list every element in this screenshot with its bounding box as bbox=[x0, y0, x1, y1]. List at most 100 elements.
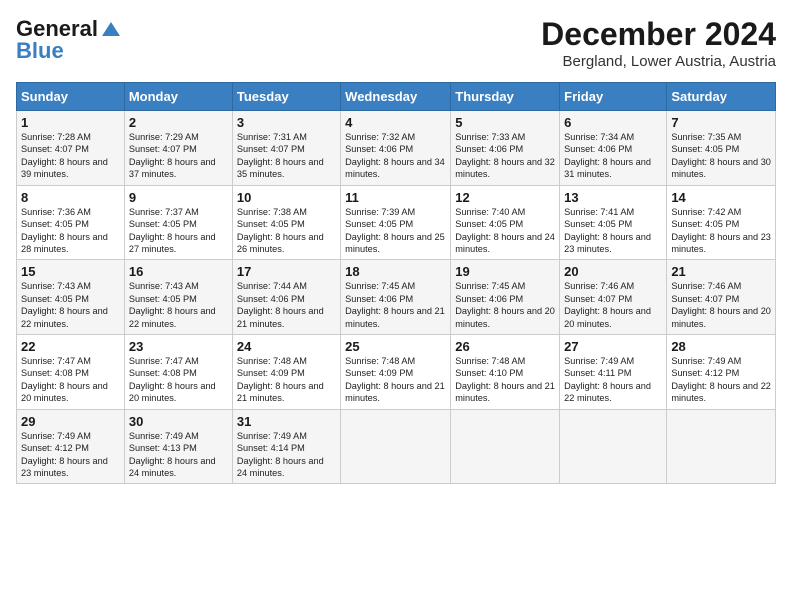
calendar-cell: 11 Sunrise: 7:39 AMSunset: 4:05 PMDayligh… bbox=[341, 185, 451, 260]
day-header-saturday: Saturday bbox=[667, 83, 776, 111]
cell-content: Sunrise: 7:36 AMSunset: 4:05 PMDaylight:… bbox=[21, 207, 108, 254]
calendar-cell: 26Sunrise: 7:48 AMSunset: 4:10 PMDayligh… bbox=[451, 335, 560, 410]
calendar-cell bbox=[560, 409, 667, 484]
cell-content: Sunrise: 7:49 AMSunset: 4:13 PMDaylight:… bbox=[129, 431, 216, 478]
day-header-wednesday: Wednesday bbox=[341, 83, 451, 111]
calendar-cell: 29Sunrise: 7:49 AMSunset: 4:12 PMDayligh… bbox=[17, 409, 125, 484]
calendar-cell bbox=[667, 409, 776, 484]
cell-content: Sunrise: 7:48 AMSunset: 4:09 PMDaylight:… bbox=[237, 356, 324, 403]
calendar-cell: 8 Sunrise: 7:36 AMSunset: 4:05 PMDaylight… bbox=[17, 185, 125, 260]
cell-content: Sunrise: 7:39 AMSunset: 4:05 PMDaylight:… bbox=[345, 207, 445, 254]
day-number: 9 bbox=[129, 190, 228, 205]
cell-content: Sunrise: 7:46 AMSunset: 4:07 PMDaylight:… bbox=[671, 281, 771, 328]
calendar-cell: 24 Sunrise: 7:48 AMSunset: 4:09 PMDayligh… bbox=[232, 335, 340, 410]
cell-content: Sunrise: 7:46 AMSunset: 4:07 PMDaylight:… bbox=[564, 281, 651, 328]
day-number: 19 bbox=[455, 264, 555, 279]
cell-content: Sunrise: 7:31 AMSunset: 4:07 PMDaylight:… bbox=[237, 132, 324, 179]
cell-content: Sunrise: 7:48 AMSunset: 4:09 PMDaylight:… bbox=[345, 356, 445, 403]
calendar-body: 1Sunrise: 7:28 AMSunset: 4:07 PMDaylight… bbox=[17, 111, 776, 484]
cell-content: Sunrise: 7:35 AMSunset: 4:05 PMDaylight:… bbox=[671, 132, 771, 179]
day-number: 23 bbox=[129, 339, 228, 354]
day-number: 24 bbox=[237, 339, 336, 354]
calendar-cell: 21 Sunrise: 7:46 AMSunset: 4:07 PMDayligh… bbox=[667, 260, 776, 335]
day-number: 22 bbox=[21, 339, 120, 354]
calendar-cell bbox=[451, 409, 560, 484]
cell-content: Sunrise: 7:45 AMSunset: 4:06 PMDaylight:… bbox=[345, 281, 445, 328]
cell-content: Sunrise: 7:49 AMSunset: 4:12 PMDaylight:… bbox=[21, 431, 108, 478]
calendar-cell: 9 Sunrise: 7:37 AMSunset: 4:05 PMDaylight… bbox=[124, 185, 232, 260]
day-number: 20 bbox=[564, 264, 662, 279]
day-header-monday: Monday bbox=[124, 83, 232, 111]
calendar-cell: 12 Sunrise: 7:40 AMSunset: 4:05 PMDayligh… bbox=[451, 185, 560, 260]
calendar-week-row: 1Sunrise: 7:28 AMSunset: 4:07 PMDaylight… bbox=[17, 111, 776, 186]
cell-content: Sunrise: 7:41 AMSunset: 4:05 PMDaylight:… bbox=[564, 207, 651, 254]
day-number: 14 bbox=[671, 190, 771, 205]
day-number: 6 bbox=[564, 115, 662, 130]
calendar-cell: 5 Sunrise: 7:33 AMSunset: 4:06 PMDaylight… bbox=[451, 111, 560, 186]
calendar-cell: 4 Sunrise: 7:32 AMSunset: 4:06 PMDaylight… bbox=[341, 111, 451, 186]
calendar-cell bbox=[341, 409, 451, 484]
day-number: 4 bbox=[345, 115, 446, 130]
day-number: 31 bbox=[237, 414, 336, 429]
day-number: 13 bbox=[564, 190, 662, 205]
calendar-cell: 25 Sunrise: 7:48 AMSunset: 4:09 PMDayligh… bbox=[341, 335, 451, 410]
day-number: 8 bbox=[21, 190, 120, 205]
cell-content: Sunrise: 7:43 AMSunset: 4:05 PMDaylight:… bbox=[129, 281, 216, 328]
calendar-cell: 22 Sunrise: 7:47 AMSunset: 4:08 PMDayligh… bbox=[17, 335, 125, 410]
day-number: 10 bbox=[237, 190, 336, 205]
day-number: 15 bbox=[21, 264, 120, 279]
calendar-cell: 14Sunrise: 7:42 AMSunset: 4:05 PMDayligh… bbox=[667, 185, 776, 260]
calendar-cell: 18 Sunrise: 7:45 AMSunset: 4:06 PMDayligh… bbox=[341, 260, 451, 335]
day-number: 1 bbox=[21, 115, 120, 130]
calendar-cell: 20 Sunrise: 7:46 AMSunset: 4:07 PMDayligh… bbox=[560, 260, 667, 335]
calendar-cell: 27 Sunrise: 7:49 AMSunset: 4:11 PMDayligh… bbox=[560, 335, 667, 410]
month-title: December 2024 bbox=[541, 16, 776, 53]
calendar-cell: 31 Sunrise: 7:49 AMSunset: 4:14 PMDayligh… bbox=[232, 409, 340, 484]
day-number: 27 bbox=[564, 339, 662, 354]
day-header-friday: Friday bbox=[560, 83, 667, 111]
calendar-cell: 2 Sunrise: 7:29 AMSunset: 4:07 PMDaylight… bbox=[124, 111, 232, 186]
day-number: 25 bbox=[345, 339, 446, 354]
cell-content: Sunrise: 7:44 AMSunset: 4:06 PMDaylight:… bbox=[237, 281, 324, 328]
cell-content: Sunrise: 7:43 AMSunset: 4:05 PMDaylight:… bbox=[21, 281, 108, 328]
day-number: 18 bbox=[345, 264, 446, 279]
cell-content: Sunrise: 7:33 AMSunset: 4:06 PMDaylight:… bbox=[455, 132, 555, 179]
day-number: 12 bbox=[455, 190, 555, 205]
calendar-table: SundayMondayTuesdayWednesdayThursdayFrid… bbox=[16, 82, 776, 484]
calendar-week-row: 29Sunrise: 7:49 AMSunset: 4:12 PMDayligh… bbox=[17, 409, 776, 484]
day-number: 2 bbox=[129, 115, 228, 130]
day-number: 21 bbox=[671, 264, 771, 279]
day-number: 5 bbox=[455, 115, 555, 130]
day-number: 7 bbox=[671, 115, 771, 130]
day-number: 3 bbox=[237, 115, 336, 130]
cell-content: Sunrise: 7:49 AMSunset: 4:11 PMDaylight:… bbox=[564, 356, 651, 403]
cell-content: Sunrise: 7:47 AMSunset: 4:08 PMDaylight:… bbox=[129, 356, 216, 403]
calendar-cell: 28 Sunrise: 7:49 AMSunset: 4:12 PMDayligh… bbox=[667, 335, 776, 410]
calendar-week-row: 15 Sunrise: 7:43 AMSunset: 4:05 PMDayligh… bbox=[17, 260, 776, 335]
cell-content: Sunrise: 7:47 AMSunset: 4:08 PMDaylight:… bbox=[21, 356, 108, 403]
cell-content: Sunrise: 7:38 AMSunset: 4:05 PMDaylight:… bbox=[237, 207, 324, 254]
cell-content: Sunrise: 7:37 AMSunset: 4:05 PMDaylight:… bbox=[129, 207, 216, 254]
cell-content: Sunrise: 7:45 AMSunset: 4:06 PMDaylight:… bbox=[455, 281, 555, 328]
calendar-cell: 3 Sunrise: 7:31 AMSunset: 4:07 PMDaylight… bbox=[232, 111, 340, 186]
day-header-sunday: Sunday bbox=[17, 83, 125, 111]
cell-content: Sunrise: 7:40 AMSunset: 4:05 PMDaylight:… bbox=[455, 207, 555, 254]
calendar-cell: 23 Sunrise: 7:47 AMSunset: 4:08 PMDayligh… bbox=[124, 335, 232, 410]
day-header-thursday: Thursday bbox=[451, 83, 560, 111]
day-header-tuesday: Tuesday bbox=[232, 83, 340, 111]
cell-content: Sunrise: 7:32 AMSunset: 4:06 PMDaylight:… bbox=[345, 132, 445, 179]
logo-blue: Blue bbox=[16, 38, 64, 64]
calendar-cell: 6Sunrise: 7:34 AMSunset: 4:06 PMDaylight… bbox=[560, 111, 667, 186]
calendar-week-row: 8 Sunrise: 7:36 AMSunset: 4:05 PMDaylight… bbox=[17, 185, 776, 260]
day-number: 28 bbox=[671, 339, 771, 354]
day-number: 11 bbox=[345, 190, 446, 205]
calendar-week-row: 22 Sunrise: 7:47 AMSunset: 4:08 PMDayligh… bbox=[17, 335, 776, 410]
cell-content: Sunrise: 7:29 AMSunset: 4:07 PMDaylight:… bbox=[129, 132, 216, 179]
page-header: General Blue December 2024 Bergland, Low… bbox=[16, 16, 776, 70]
day-number: 17 bbox=[237, 264, 336, 279]
cell-content: Sunrise: 7:49 AMSunset: 4:12 PMDaylight:… bbox=[671, 356, 771, 403]
cell-content: Sunrise: 7:49 AMSunset: 4:14 PMDaylight:… bbox=[237, 431, 324, 478]
logo: General Blue bbox=[16, 16, 122, 64]
location-title: Bergland, Lower Austria, Austria bbox=[541, 53, 776, 70]
calendar-cell: 30Sunrise: 7:49 AMSunset: 4:13 PMDayligh… bbox=[124, 409, 232, 484]
